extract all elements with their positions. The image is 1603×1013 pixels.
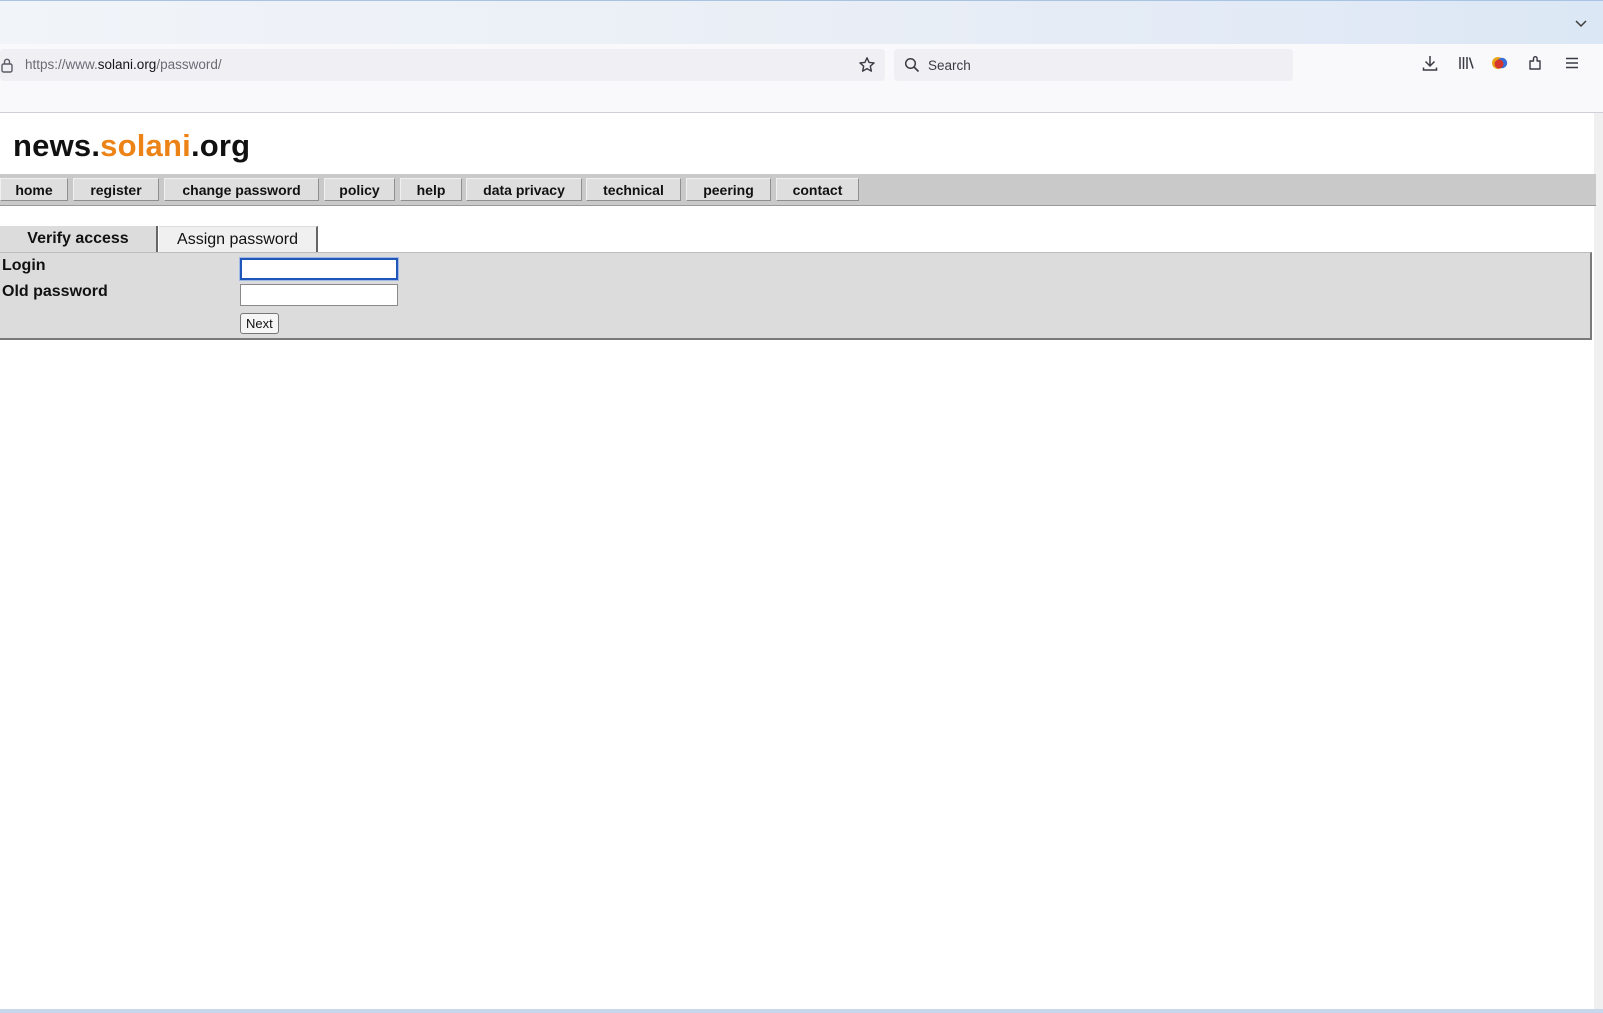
browser-toolbar: https://www.solani.org/password/ (0, 44, 1603, 113)
search-input[interactable] (924, 49, 1282, 81)
nav-item-policy[interactable]: policy (324, 178, 395, 201)
lock-icon[interactable] (0, 57, 14, 73)
extensions-icon[interactable] (1526, 53, 1546, 73)
search-bar[interactable] (894, 49, 1293, 81)
nav-bar: home register change password policy hel… (0, 174, 1596, 206)
nav-item-contact[interactable]: contact (776, 178, 859, 201)
downloads-icon[interactable] (1420, 53, 1440, 73)
nav-item-home[interactable]: home (0, 178, 68, 201)
nav-item-peering[interactable]: peering (686, 178, 771, 201)
url-text[interactable]: https://www.solani.org/password/ (25, 49, 222, 81)
window-titlebar (0, 0, 1603, 44)
old-password-input[interactable] (240, 284, 398, 306)
account-avatar-icon[interactable] (1490, 53, 1510, 73)
address-bar[interactable]: https://www.solani.org/password/ (0, 49, 885, 81)
tab-verify-access[interactable]: Verify access (0, 226, 158, 252)
vertical-scrollbar[interactable] (1594, 113, 1603, 1013)
nav-item-data-privacy[interactable]: data privacy (466, 178, 582, 201)
menu-icon[interactable] (1562, 53, 1582, 73)
verify-access-form (0, 252, 1592, 340)
bookmark-star-icon[interactable] (858, 56, 876, 74)
window-bottom-edge (0, 1009, 1603, 1013)
login-label: Login (2, 257, 46, 274)
nav-item-register[interactable]: register (73, 178, 159, 201)
login-input[interactable] (240, 258, 398, 280)
nav-item-help[interactable]: help (400, 178, 462, 201)
search-icon (904, 57, 920, 73)
next-button[interactable]: Next (240, 313, 279, 334)
chevron-down-icon[interactable] (1573, 15, 1589, 31)
site-logo[interactable]: news.solani.org (13, 128, 250, 164)
library-icon[interactable] (1456, 53, 1476, 73)
nav-item-technical[interactable]: technical (586, 178, 681, 201)
old-password-label: Old password (2, 283, 108, 300)
tab-assign-password[interactable]: Assign password (159, 226, 318, 252)
nav-item-change-password[interactable]: change password (164, 178, 319, 201)
